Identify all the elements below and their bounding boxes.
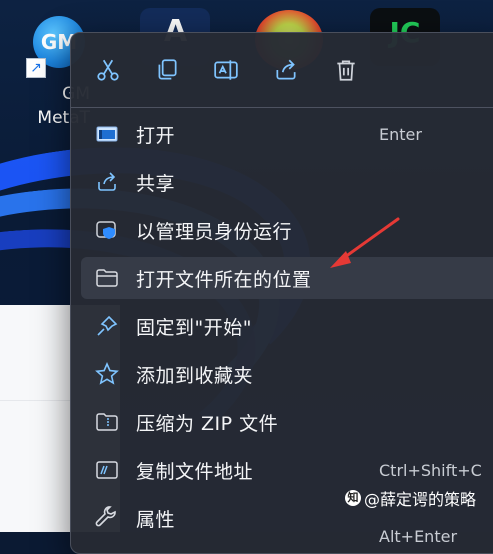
- shortcut-arrow-icon: ↗: [26, 58, 46, 78]
- star-icon: [94, 361, 120, 387]
- menu-item-compress-zip[interactable]: 压缩为 ZIP 文件: [81, 401, 493, 443]
- copy-icon: [158, 59, 177, 80]
- toolbar-divider: [71, 107, 493, 108]
- pin-icon: [94, 313, 120, 339]
- menu-item-copy-path[interactable]: 复制文件地址 Ctrl+Shift+C: [81, 449, 493, 491]
- path-icon: [94, 457, 120, 483]
- watermark: 知 @薛定谔的策略: [345, 486, 476, 510]
- rename-icon: [214, 60, 238, 80]
- menu-item-share[interactable]: 共享: [81, 161, 493, 203]
- cut-button[interactable]: [91, 53, 125, 87]
- menu-item-add-to-favorites[interactable]: 添加到收藏夹: [81, 353, 493, 395]
- folder-icon: [94, 265, 120, 291]
- context-menu: 打开 Enter 共享 以管理员身份运行 打开文件所在的位置 固定到"开始" 添…: [70, 32, 493, 554]
- wrench-icon: [94, 505, 120, 531]
- menu-item-run-as-admin[interactable]: 以管理员身份运行: [81, 209, 493, 251]
- scissors-icon: [97, 59, 119, 81]
- menu-item-open[interactable]: 打开 Enter: [81, 113, 493, 155]
- rename-button[interactable]: [209, 53, 243, 87]
- menu-item-pin-to-start[interactable]: 固定到"开始": [81, 305, 493, 347]
- menu-item-open-file-location[interactable]: 打开文件所在的位置: [81, 257, 493, 299]
- open-icon: [94, 121, 120, 147]
- zip-icon: [94, 409, 120, 435]
- share-icon: [94, 169, 120, 195]
- trash-icon: [337, 60, 355, 81]
- context-toolbar: [71, 33, 493, 107]
- watermark-logo-icon: 知: [345, 490, 361, 506]
- copy-button[interactable]: [150, 53, 184, 87]
- share-icon: [276, 59, 296, 80]
- shield-icon: [94, 217, 120, 243]
- share-button[interactable]: [269, 53, 303, 87]
- delete-button[interactable]: [329, 53, 363, 87]
